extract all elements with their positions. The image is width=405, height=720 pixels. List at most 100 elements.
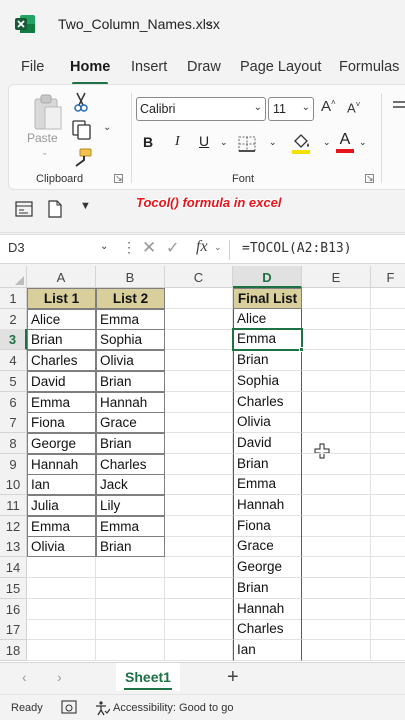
tab-file[interactable]: File xyxy=(21,59,44,75)
cell-e18[interactable] xyxy=(302,639,371,661)
cell-d8[interactable]: David xyxy=(233,432,302,454)
cell-f2[interactable] xyxy=(371,309,405,330)
cell-d12[interactable]: Fiona xyxy=(233,515,302,537)
font-size-combobox[interactable]: 11 ⌄ xyxy=(268,97,314,121)
row-header-10[interactable]: 10 xyxy=(0,474,27,496)
form-icon[interactable] xyxy=(15,201,33,217)
dialog-launcher-icon[interactable]: ↘ xyxy=(114,174,123,183)
cell-e16[interactable] xyxy=(302,598,371,620)
chevron-down-icon[interactable]: ⌄ xyxy=(103,122,111,133)
cell-a10[interactable]: Ian xyxy=(27,474,96,496)
cell-d18[interactable]: Ian xyxy=(233,639,302,661)
cell-b3[interactable]: Sophia xyxy=(96,329,165,351)
cell-a18[interactable] xyxy=(27,639,96,661)
column-header-e[interactable]: E xyxy=(302,266,371,288)
cell-b8[interactable]: Brian xyxy=(96,432,165,454)
font-color-button[interactable]: A xyxy=(335,131,355,155)
worksheet-grid[interactable]: A B C D E F 1 List 1 List 2 Final List 2 Alice Emma A… xyxy=(0,266,405,662)
row-header-8[interactable]: 8 xyxy=(0,432,27,454)
tab-home[interactable]: Home xyxy=(70,59,110,75)
cell-a5[interactable]: David xyxy=(27,370,96,392)
scissors-icon[interactable] xyxy=(71,91,91,113)
chevron-left-icon[interactable]: ‹ xyxy=(22,669,27,685)
cell-f9[interactable] xyxy=(371,454,405,475)
formula-input[interactable]: =TOCOL(A2:B13) xyxy=(242,241,352,256)
cell-f11[interactable] xyxy=(371,495,405,516)
bold-button[interactable]: B xyxy=(143,134,153,150)
cell-c7[interactable] xyxy=(165,412,233,434)
cell-e15[interactable] xyxy=(302,577,371,599)
cell-e11[interactable] xyxy=(302,495,371,516)
add-sheet-button[interactable]: + xyxy=(227,666,239,689)
cell-f7[interactable] xyxy=(371,412,405,434)
chevron-down-icon[interactable]: ⌄ xyxy=(269,137,277,148)
cell-f17[interactable] xyxy=(371,619,405,641)
cell-e17[interactable] xyxy=(302,619,371,641)
cell-a13[interactable]: Olivia xyxy=(27,536,96,558)
cell-e6[interactable] xyxy=(302,391,371,413)
copy-icon[interactable] xyxy=(71,119,93,141)
row-header-5[interactable]: 5 xyxy=(0,370,27,392)
cell-d7[interactable]: Olivia xyxy=(233,412,302,434)
row-header-14[interactable]: 14 xyxy=(0,557,27,579)
cell-a3[interactable]: Brian xyxy=(27,329,96,351)
cell-c9[interactable] xyxy=(165,453,233,475)
cell-d11[interactable]: Hannah xyxy=(233,495,302,516)
cell-c17[interactable] xyxy=(165,619,233,641)
cell-c11[interactable] xyxy=(165,495,233,516)
cell-c6[interactable] xyxy=(165,391,233,413)
enter-check-icon[interactable]: ✓ xyxy=(166,238,179,258)
row-header-3[interactable]: 3 xyxy=(0,329,27,351)
cell-f5[interactable] xyxy=(371,371,405,392)
cell-a6[interactable]: Emma xyxy=(27,391,96,413)
row-header-12[interactable]: 12 xyxy=(0,515,27,537)
cell-f18[interactable] xyxy=(371,640,405,661)
row-header-9[interactable]: 9 xyxy=(0,453,27,475)
shrink-font-button[interactable]: A˅ xyxy=(347,100,360,115)
fill-color-icon[interactable] xyxy=(289,131,313,155)
cell-d3[interactable]: Emma xyxy=(233,329,302,351)
format-painter-icon[interactable] xyxy=(71,147,93,169)
column-header-d[interactable]: D xyxy=(233,266,302,288)
cell-f15[interactable] xyxy=(371,578,405,599)
cell-c13[interactable] xyxy=(165,536,233,558)
cell-f4[interactable] xyxy=(371,350,405,372)
cell-e14[interactable] xyxy=(302,557,371,579)
cell-c4[interactable] xyxy=(165,350,233,372)
cell-a7[interactable]: Fiona xyxy=(27,412,96,434)
row-header-15[interactable]: 15 xyxy=(0,577,27,599)
row-header-11[interactable]: 11 xyxy=(0,495,27,516)
cell-a12[interactable]: Emma xyxy=(27,515,96,537)
cell-c15[interactable] xyxy=(165,577,233,599)
cell-c5[interactable] xyxy=(165,370,233,392)
cell-c18[interactable] xyxy=(165,639,233,661)
sheet-tab-sheet1[interactable]: Sheet1 xyxy=(116,663,180,691)
cell-e5[interactable] xyxy=(302,370,371,392)
cell-b5[interactable]: Brian xyxy=(96,370,165,392)
cell-d15[interactable]: Brian xyxy=(233,577,302,599)
tab-formulas[interactable]: Formulas xyxy=(339,59,399,75)
cell-a1[interactable]: List 1 xyxy=(27,288,96,309)
cell-f1[interactable] xyxy=(371,288,405,309)
cell-f13[interactable] xyxy=(371,536,405,558)
chevron-down-icon[interactable]: ⌄ xyxy=(41,147,49,158)
new-document-icon[interactable] xyxy=(48,200,62,218)
cell-b4[interactable]: Olivia xyxy=(96,350,165,372)
paste-label[interactable]: Paste xyxy=(27,131,58,145)
borders-icon[interactable] xyxy=(237,135,257,153)
chevron-down-icon[interactable]: ⌄ xyxy=(359,137,367,148)
cell-d17[interactable]: Charles xyxy=(233,619,302,641)
cell-a17[interactable] xyxy=(27,619,96,641)
row-header-1[interactable]: 1 xyxy=(0,288,27,309)
customize-toolbar-icon[interactable]: ▼ xyxy=(80,200,91,212)
cell-e2[interactable] xyxy=(302,308,371,330)
cell-d6[interactable]: Charles xyxy=(233,391,302,413)
cell-f10[interactable] xyxy=(371,474,405,496)
accessibility-icon[interactable] xyxy=(94,700,110,716)
cell-d14[interactable]: George xyxy=(233,557,302,579)
cell-b17[interactable] xyxy=(96,619,165,641)
cell-a8[interactable]: George xyxy=(27,432,96,454)
cell-b13[interactable]: Brian xyxy=(96,536,165,558)
cell-d4[interactable]: Brian xyxy=(233,350,302,372)
row-header-16[interactable]: 16 xyxy=(0,598,27,620)
